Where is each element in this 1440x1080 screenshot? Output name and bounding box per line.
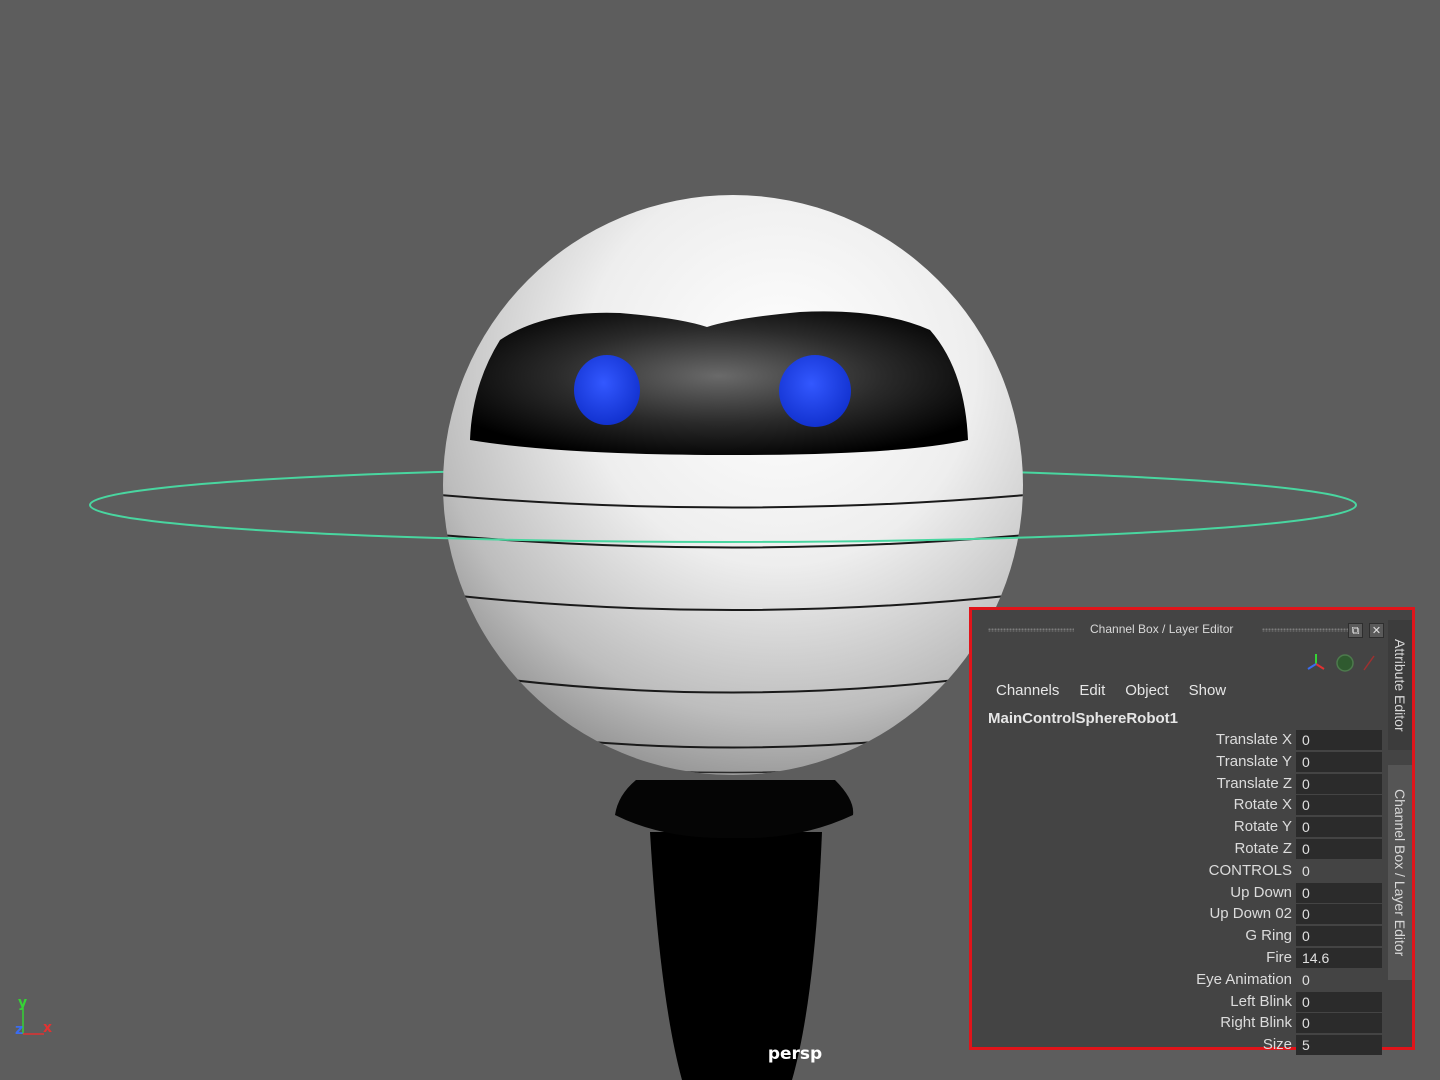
speed-icon[interactable] (1336, 654, 1354, 672)
channel-label[interactable]: Translate Y (1216, 753, 1292, 770)
channel-box-menubar: Channels Edit Object Show (996, 682, 1226, 699)
object-name[interactable]: MainControlSphereRobot1 (988, 710, 1178, 727)
channel-label[interactable]: Rotate Z (1234, 840, 1292, 857)
robot-body-sphere (443, 195, 1023, 775)
left-eye (574, 355, 640, 425)
channel-label[interactable]: Fire (1266, 949, 1292, 966)
channel-value-field[interactable]: 0 (1296, 991, 1382, 1012)
channel-label[interactable]: Right Blink (1220, 1014, 1292, 1031)
channel-row[interactable]: Up Down 0 (972, 882, 1382, 904)
channel-row[interactable]: Rotate X0 (972, 794, 1382, 816)
channel-row[interactable]: Translate Z0 (972, 773, 1382, 795)
channel-value-field[interactable]: 0 (1296, 773, 1382, 794)
axis-y-label: y (18, 995, 27, 1011)
channel-row[interactable]: G Ring 0 (972, 925, 1382, 947)
channel-row[interactable]: CONTROLS 0 (972, 860, 1382, 882)
view-axis-gizmo: y z x (15, 995, 52, 1038)
robot-pole (650, 832, 822, 1080)
panel-header[interactable]: Channel Box / Layer Editor ⧉ ✕ (972, 620, 1384, 640)
hyper-icon[interactable] (1363, 655, 1375, 671)
right-eye (779, 355, 851, 427)
side-tab-strip: Attribute Editor Channel Box / Layer Edi… (1386, 620, 1412, 1040)
channel-value-field[interactable]: 0 (1296, 730, 1382, 750)
close-icon[interactable]: ✕ (1369, 623, 1384, 638)
channel-box-toolbar (1307, 654, 1375, 672)
axis-z-label: z (15, 1022, 23, 1038)
channel-label[interactable]: Eye Animation (1196, 971, 1292, 988)
channel-row[interactable]: Eye Animation 0 (972, 969, 1382, 991)
drag-grip-icon[interactable] (988, 628, 1074, 632)
menu-channels[interactable]: Channels (996, 682, 1059, 699)
channel-row[interactable]: Translate Y0 (972, 751, 1382, 773)
channel-value-field[interactable]: 0 (1296, 1013, 1382, 1034)
axis-x-label: x (43, 1020, 52, 1036)
channel-label[interactable]: Left Blink (1230, 993, 1292, 1010)
drag-grip-icon[interactable] (1262, 628, 1348, 632)
tab-channel-box[interactable]: Channel Box / Layer Editor (1388, 765, 1412, 980)
float-window-icon[interactable]: ⧉ (1348, 623, 1363, 638)
menu-object[interactable]: Object (1125, 682, 1168, 699)
channel-row[interactable]: Size 5 (972, 1034, 1382, 1056)
channel-row[interactable]: Rotate Z0 (972, 838, 1382, 860)
channel-value-field[interactable]: 5 (1296, 1035, 1382, 1056)
channel-row[interactable]: Right Blink 0 (972, 1012, 1382, 1034)
channel-label[interactable]: Rotate X (1234, 796, 1292, 813)
channel-label[interactable]: Up Down 02 (1209, 905, 1292, 922)
menu-edit[interactable]: Edit (1079, 682, 1105, 699)
channel-row[interactable]: Up Down 02 0 (972, 903, 1382, 925)
channel-value-field[interactable]: 0 (1296, 904, 1382, 925)
channel-value-field[interactable]: 0 (1296, 882, 1382, 903)
channel-label[interactable]: Translate Z (1217, 775, 1292, 792)
channel-value-field[interactable]: 0 (1296, 926, 1382, 947)
channel-value-field[interactable]: 0 (1296, 795, 1382, 816)
channel-row[interactable]: Translate X0 (972, 729, 1382, 751)
channel-value-field[interactable]: 14.6 (1296, 947, 1382, 968)
channel-label[interactable]: Size (1263, 1036, 1292, 1053)
robot-visor (470, 311, 968, 455)
panel-title: Channel Box / Layer Editor (1090, 622, 1234, 636)
tab-attribute-editor[interactable]: Attribute Editor (1388, 620, 1412, 750)
channel-row[interactable]: Rotate Y0 (972, 816, 1382, 838)
channel-value-field[interactable]: 0 (1296, 817, 1382, 838)
channel-box-panel: Channel Box / Layer Editor ⧉ ✕ Channels … (969, 607, 1415, 1056)
channel-value-field[interactable]: 0 (1296, 861, 1382, 881)
channel-label[interactable]: CONTROLS (1209, 862, 1292, 879)
channel-value-field[interactable]: 0 (1296, 970, 1382, 990)
channel-value-field[interactable]: 0 (1296, 751, 1382, 772)
robot-neck-collar (615, 780, 854, 839)
channel-label[interactable]: Translate X (1216, 731, 1292, 748)
channel-list: Translate X 0 Translate Y 0 Translate Z 0 Rota… (972, 729, 1382, 1056)
channel-row[interactable]: Fire 14.6 (972, 947, 1382, 969)
channel-label[interactable]: G Ring (1245, 927, 1292, 944)
channel-label[interactable]: Up Down (1230, 884, 1292, 901)
channel-label[interactable]: Rotate Y (1234, 818, 1292, 835)
channel-value-field[interactable]: 0 (1296, 838, 1382, 859)
menu-show[interactable]: Show (1189, 682, 1227, 699)
manipulator-icon[interactable] (1307, 654, 1325, 670)
channel-row[interactable]: Left Blink 0 (972, 991, 1382, 1013)
